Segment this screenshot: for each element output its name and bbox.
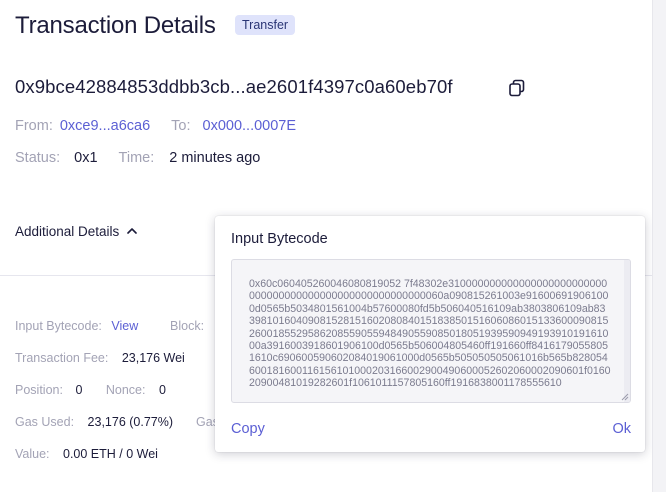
gas-used-value: 23,176 (0.77%) [87, 415, 174, 429]
gas-used-row: Gas Used: 23,176 (0.77%) [15, 415, 173, 429]
popover-title: Input Bytecode [231, 231, 328, 247]
input-bytecode-popover: Input Bytecode 0x60c06040526004608081905… [215, 216, 645, 452]
input-bytecode-row: Input Bytecode: View [15, 319, 138, 333]
position-nonce-row: Position: 0 Nonce: 0 [15, 383, 166, 397]
fee-value: 23,176 Wei [121, 351, 185, 365]
value-label: Value: [15, 447, 50, 461]
from-address-link[interactable]: 0xce9...a6ca6 [60, 118, 150, 134]
to-label: To: [171, 118, 191, 134]
gas-used-label: Gas Used: [15, 415, 75, 429]
fee-label: Transaction Fee: [15, 351, 109, 365]
page-scrollbar[interactable] [652, 0, 666, 492]
resize-grip-icon[interactable] [621, 393, 629, 401]
additional-details-toggle[interactable]: Additional Details [15, 224, 119, 239]
value-value: 0.00 ETH / 0 Wei [63, 447, 158, 461]
from-to-row: From: 0xce9...a6ca6 To: 0x000...0007E [15, 118, 296, 134]
bytecode-textarea[interactable]: 0x60c060405260046080819052 7f48302e31000… [231, 259, 631, 403]
position-value: 0 [75, 383, 83, 397]
position-label: Position: [15, 383, 63, 397]
ok-button[interactable]: Ok [612, 421, 631, 437]
from-label: From: [15, 118, 53, 134]
nonce-label: Nonce: [105, 383, 146, 397]
copy-button[interactable]: Copy [231, 421, 265, 437]
to-address-link[interactable]: 0x000...0007E [203, 118, 297, 134]
transaction-details-page: Transaction Details Transfer 0x9bce42884… [0, 0, 652, 492]
block-label: Block: [170, 319, 205, 333]
time-label: Time: [118, 150, 155, 166]
status-time-row: Status: 0x1 Time: 2 minutes ago [15, 150, 260, 166]
bytecode-text: 0x60c060405260046080819052 7f48302e31000… [249, 278, 611, 390]
chevron-up-icon[interactable] [125, 224, 139, 238]
status-label: Status: [15, 150, 61, 166]
view-bytecode-link[interactable]: View [111, 319, 138, 333]
transaction-fee-row: Transaction Fee: 23,176 Wei [15, 351, 185, 365]
input-bytecode-label: Input Bytecode: [15, 319, 102, 333]
time-value: 2 minutes ago [169, 150, 261, 166]
status-value: 0x1 [74, 150, 98, 166]
transaction-hash: 0x9bce42884853ddbb3cb...ae2601f4397c0a60… [15, 76, 453, 97]
nonce-value: 0 [158, 383, 166, 397]
page-title: Transaction Details [15, 12, 216, 39]
transaction-type-badge: Transfer [235, 15, 296, 35]
bytecode-scrollbar[interactable] [624, 260, 630, 402]
value-row: Value: 0.00 ETH / 0 Wei [15, 447, 158, 461]
copy-icon[interactable] [508, 79, 526, 97]
